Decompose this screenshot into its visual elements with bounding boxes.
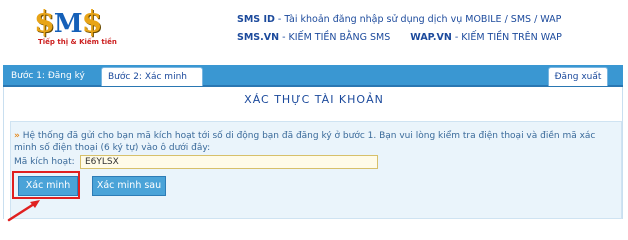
header-sms-vn-link[interactable]: SMS.VN [237,32,279,43]
header-wap-vn-text: - KIẾM TIỀN TRÊN WAP [451,32,562,43]
verify-button[interactable]: Xác minh [18,176,78,196]
page-title: XÁC THỰC TÀI KHOẢN [244,93,384,106]
bullet-arrow-icon: » [14,131,20,141]
tab-step-2-verify[interactable]: Bước 2: Xác minh [101,67,203,86]
header-sms-vn-text: - KIẾM TIỀN BẰNG SMS [279,32,391,43]
instruction-message: » Hệ thống đã gửi cho bạn mã kích hoạt t… [14,130,620,154]
verify-later-button[interactable]: Xác minh sau [92,176,166,196]
tab-step-1-register[interactable]: Bước 1: Đăng ký [5,67,97,85]
code-input[interactable] [80,155,378,169]
instruction-text: Hệ thống đã gửi cho bạn mã kích hoạt tới… [14,131,596,153]
logout-button[interactable]: Đăng xuất [548,67,608,86]
red-arrow-icon [7,200,40,222]
header-sms-id-text: - Tài khoản đăng nhập sử dụng dịch vụ MO… [274,14,562,25]
logo-mark: $M$ [34,5,103,40]
header-line-services: SMS.VN - KIẾM TIỀN BẰNG SMS WAP.VN - KIẾM… [237,32,562,43]
header-sms-id-label: SMS ID [237,14,275,25]
header-line-sms-id: SMS ID - Tài khoản đăng nhập sử dụng dịc… [237,14,561,25]
header-wap-vn-link[interactable]: WAP.VN [410,32,452,43]
logo-tagline: Tiếp thị & Kiếm tiền [38,38,117,46]
code-label: Mã kích hoạt: [14,157,75,167]
logo: $M$ Tiếp thị & Kiếm tiền [34,8,124,52]
